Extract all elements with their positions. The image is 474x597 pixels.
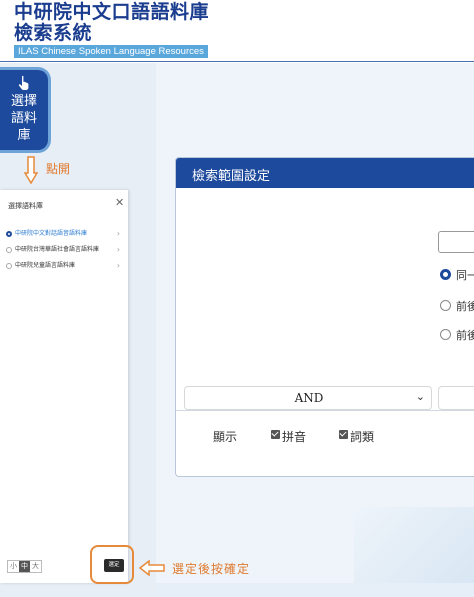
radio-icon[interactable] [440, 300, 451, 311]
pointer-hand-icon [18, 75, 29, 90]
radio-icon[interactable] [6, 263, 12, 269]
corpus-drawer: 選擇語料庫 ✕ 中研院中文對話語音語料庫 › 中研院台灣華語社會語言語料庫 › … [0, 190, 128, 583]
radio-icon[interactable] [6, 247, 12, 253]
select-corpus-tab[interactable]: 選擇語料庫 [0, 70, 48, 150]
down-arrow-icon [24, 156, 38, 184]
corpus-option-label: 中研院兒童語言語料庫 [15, 262, 76, 269]
chevron-right-icon: › [116, 229, 120, 238]
display-label: 顯示 [213, 430, 238, 444]
scope-radio-label: 同一 [456, 269, 474, 282]
scope-radio-label: 前後 [456, 300, 474, 313]
font-size-medium-button[interactable]: 中 [19, 561, 30, 572]
left-arrow-icon [139, 560, 165, 576]
radio-icon[interactable] [440, 329, 451, 340]
site-subtitle: ILAS Chinese Spoken Language Resources [14, 45, 208, 58]
panel-header: 檢索範圍設定 [176, 158, 474, 188]
keyword-input[interactable] [438, 231, 474, 253]
confirm-annotation: 選定後按確定 [172, 562, 251, 576]
font-size-large-button[interactable]: 大 [30, 561, 41, 572]
bottom-strip [156, 583, 474, 597]
close-icon[interactable]: ✕ [115, 197, 124, 208]
corpus-option-label: 中研院中文對話語音語料庫 [15, 230, 88, 237]
site-title-line2: 檢索系統 [14, 22, 93, 44]
operator-select[interactable]: AND ⌄ [184, 386, 432, 410]
chevron-down-icon: ⌄ [415, 390, 425, 403]
select-corpus-label: 選擇語料庫 [0, 93, 48, 144]
font-size-switcher: 小 中 大 [7, 560, 42, 573]
search-scope-panel: 檢索範圍設定 同一 前後 前後 AND ⌄ 顯示 拼音 詞類 [175, 157, 474, 477]
site-title-line1: 中研院中文口語語料庫 [14, 1, 210, 23]
select-corpus-text: 選擇語料庫 [10, 94, 37, 143]
click-open-annotation: 點開 [46, 162, 71, 176]
corpus-option[interactable]: 中研院兒童語言語料庫 › [6, 260, 124, 272]
pos-checkbox-label: 詞類 [350, 430, 375, 444]
radio-selected-icon[interactable] [6, 231, 12, 237]
checkbox-checked-icon[interactable] [339, 430, 348, 439]
corpus-option[interactable]: 中研院台灣華語社會語言語料庫 › [6, 244, 124, 256]
chevron-right-icon: › [116, 261, 120, 270]
pinyin-checkbox-label: 拼音 [282, 430, 307, 444]
site-header: 中研院中文口語語料庫 檢索系統 ILAS Chinese Spoken Lang… [0, 0, 474, 62]
radio-selected-icon[interactable] [440, 269, 451, 280]
corpus-option[interactable]: 中研院中文對話語音語料庫 › [6, 228, 124, 240]
checkbox-checked-icon[interactable] [271, 430, 280, 439]
panel-title: 檢索範圍設定 [192, 169, 271, 184]
scope-radio-label: 前後 [456, 329, 474, 342]
divider [176, 410, 474, 411]
secondary-select[interactable] [438, 386, 474, 410]
confirm-button[interactable]: 選定 [104, 559, 124, 572]
font-size-small-button[interactable]: 小 [8, 561, 19, 572]
drawer-title: 選擇語料庫 [8, 202, 43, 210]
chevron-right-icon: › [116, 245, 120, 254]
operator-select-value: AND [294, 391, 324, 405]
corpus-option-label: 中研院台灣華語社會語言語料庫 [15, 246, 100, 253]
